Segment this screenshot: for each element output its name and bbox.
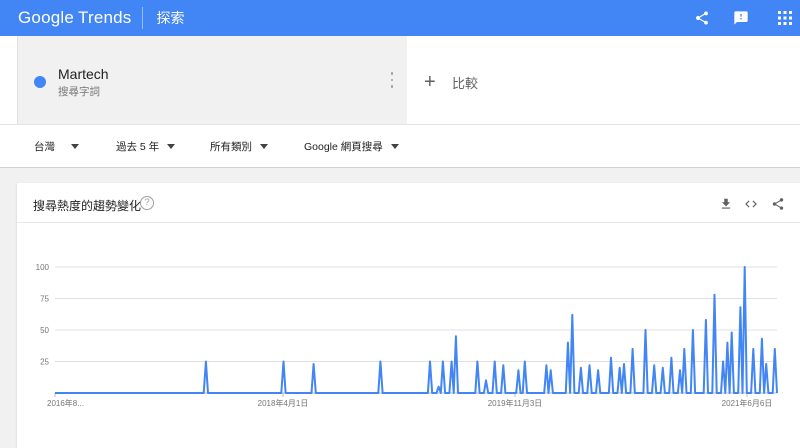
search-term-card[interactable]: Martech 搜尋字詞 <box>17 36 407 124</box>
term-color-dot <box>34 76 46 88</box>
y-tick-label: 25 <box>40 358 49 367</box>
x-tick-label: 2021年6月6日 <box>722 398 773 408</box>
page-title: 探索 <box>156 10 185 26</box>
y-tick-label: 75 <box>40 295 49 304</box>
y-tick-label: 50 <box>40 326 49 335</box>
chart-y-axis: 25 50 75 100 <box>36 263 50 367</box>
feedback-icon[interactable] <box>731 8 751 28</box>
time-filter[interactable]: 過去 5 年 <box>116 139 176 154</box>
google-trends-logo[interactable]: Google Trends <box>18 8 132 28</box>
term-name[interactable]: Martech <box>58 66 109 82</box>
category-filter[interactable]: 所有類別 <box>210 139 268 154</box>
term-type-label: 搜尋字詞 <box>58 86 100 98</box>
region-filter-label: 台灣 <box>34 141 55 153</box>
compare-label: 比較 <box>452 75 479 91</box>
logo-trends-text: Trends <box>78 8 132 27</box>
chart-x-axis: 2016年8... 2018年4月1日 2019年11月3日 2021年6月6日 <box>47 393 772 408</box>
filter-bar: 台灣 過去 5 年 所有類別 Google 網頁搜尋 <box>0 124 800 168</box>
plus-icon: + <box>424 71 436 93</box>
chart-gridlines <box>55 266 777 394</box>
interest-over-time-card: 搜尋熱度的趨勢變化 ? 25 50 75 100 2016年8... 2018年4月1日… <box>17 183 800 448</box>
top-app-bar: Google Trends 探索 <box>0 0 800 36</box>
chevron-down-icon <box>167 144 176 149</box>
header-divider <box>141 7 143 29</box>
compare-button[interactable]: + 比較 <box>424 72 478 92</box>
share-icon[interactable] <box>692 8 712 28</box>
chevron-down-icon <box>260 144 268 149</box>
x-tick-label: 2019年11月3日 <box>488 398 543 408</box>
category-filter-label: 所有類別 <box>210 141 252 153</box>
region-filter[interactable]: 台灣 <box>34 139 79 154</box>
search-term-area: Martech 搜尋字詞 + 比較 <box>0 36 800 124</box>
property-filter-label: Google 網頁搜尋 <box>304 141 383 153</box>
chevron-down-icon <box>71 144 79 149</box>
chevron-down-icon <box>390 144 399 149</box>
x-tick-label: 2016年8... <box>47 398 84 408</box>
interest-line-chart: 255075100 2016年8... 2018年4月1日 2019年11月3日 20… <box>36 263 778 408</box>
more-vert-icon[interactable] <box>388 70 396 90</box>
apps-grid-icon[interactable] <box>775 8 795 28</box>
time-filter-label: 過去 5 年 <box>116 141 160 153</box>
y-tick-label: 100 <box>36 263 50 272</box>
x-tick-label: 2018年4月1日 <box>258 398 309 408</box>
property-filter[interactable]: Google 網頁搜尋 <box>304 139 399 154</box>
logo-google-text: Google <box>18 8 75 27</box>
